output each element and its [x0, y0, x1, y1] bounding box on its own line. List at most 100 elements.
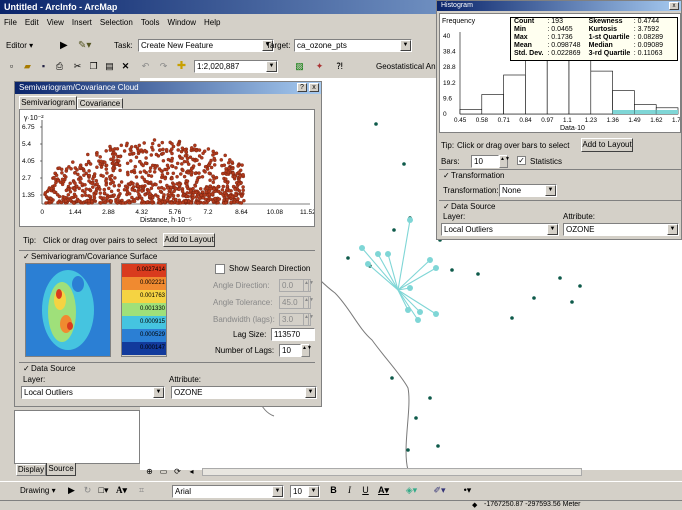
select-elements-icon[interactable]: ▶ — [64, 483, 79, 498]
attribute-dropdown[interactable]: OZONE ▼ — [171, 386, 317, 399]
angle-tolerance-spinner[interactable]: ▲▼ — [303, 296, 314, 309]
cut-icon[interactable]: ✂ — [70, 59, 85, 74]
save-icon[interactable]: ▪ — [36, 59, 51, 74]
add-data-icon[interactable]: ✚ — [174, 59, 189, 74]
text-tool-icon[interactable]: A▾ — [114, 483, 129, 498]
histogram-plot[interactable]: Frequency 40 38.4 28.8 19.2 9.6 0 0.45 0.58 0.7… — [439, 13, 681, 133]
cloud-point — [104, 167, 109, 171]
sketch-tool-icon[interactable]: ✎▾ — [78, 40, 91, 51]
histogram-window[interactable]: Histogram x Frequency 40 38.4 28.8 19.2 9.6 0… — [436, 0, 682, 240]
number-of-lags-spinner[interactable]: ▲▼ — [301, 344, 312, 357]
menu-edit[interactable]: Edit — [21, 16, 43, 29]
editor-toolbar-icon[interactable]: ▨ — [292, 59, 307, 74]
redo-icon[interactable]: ↷ — [156, 59, 171, 74]
table-of-contents[interactable] — [14, 410, 140, 464]
copy-icon[interactable]: ❐ — [86, 59, 101, 74]
help-icon[interactable]: ? — [297, 83, 307, 92]
cloud-point — [115, 197, 120, 201]
cloud-point — [170, 142, 174, 146]
show-search-direction-checkbox[interactable] — [215, 264, 225, 274]
edit-vertices-icon[interactable]: ⌗ — [134, 483, 149, 498]
statistics-checkbox[interactable]: ✓ — [517, 156, 526, 165]
menu-view[interactable]: View — [43, 16, 68, 29]
semivariogram-plot[interactable]: γ·10⁻² 6.75 5.4 4.05 2.7 1.35 0 1.44 2.88 4.32 5… — [19, 109, 315, 227]
whats-this-icon[interactable]: ⁈ — [332, 59, 347, 74]
cloud-point — [129, 145, 134, 149]
cloud-point — [111, 166, 115, 171]
bars-spinner[interactable]: ▲▼ — [499, 155, 510, 168]
paste-icon[interactable]: ▤ — [102, 59, 117, 74]
menu-tools[interactable]: Tools — [137, 16, 164, 29]
tab-source[interactable]: Source — [46, 463, 76, 476]
italic-icon[interactable]: I — [342, 483, 357, 498]
add-to-layout-button[interactable]: Add to Layout — [163, 233, 215, 247]
histogram-tip-text: Click or drag over bars to select — [457, 141, 570, 150]
task-dropdown[interactable]: Create New Feature ▼ — [138, 39, 274, 52]
rotate-icon[interactable]: ↻ — [80, 483, 95, 498]
underline-icon[interactable]: U — [358, 483, 373, 498]
delete-icon[interactable]: ✕ — [118, 59, 133, 74]
tab-covariance[interactable]: Covariance — [77, 98, 123, 109]
checkmark-icon[interactable]: ✓ — [23, 364, 30, 373]
cloud-point — [98, 155, 102, 159]
histogram-attribute-dropdown[interactable]: OZONE ▼ — [563, 223, 679, 236]
undo-icon[interactable]: ↶ — [138, 59, 153, 74]
marker-color-icon[interactable]: •▾ — [460, 483, 475, 498]
checkmark-icon[interactable]: ✓ — [443, 202, 450, 211]
close-icon[interactable]: x — [309, 83, 319, 92]
cloud-point — [224, 177, 228, 181]
edit-tool-icon[interactable]: ▶ — [60, 40, 68, 51]
font-dropdown[interactable]: Arial ▼ — [172, 485, 284, 498]
editor-menu[interactable]: Editor ▾ — [6, 41, 33, 50]
menu-window[interactable]: Window — [164, 16, 200, 29]
font-color-icon[interactable]: A▾ — [376, 483, 391, 498]
menu-help[interactable]: Help — [200, 16, 224, 29]
horizontal-scrollbar[interactable] — [202, 468, 582, 476]
semivariogram-window[interactable]: Semivariogram/Covariance Cloud ? x Semiv… — [14, 81, 322, 407]
menu-selection[interactable]: Selection — [96, 16, 137, 29]
map-scale-field[interactable]: 1:2,020,887 ▼ — [194, 60, 278, 73]
target-dropdown[interactable]: ca_ozone_pts ▼ — [294, 39, 412, 52]
refresh-icon[interactable]: ⟳ — [170, 464, 185, 479]
print-icon[interactable]: ⎙ — [52, 59, 67, 74]
drawing-toolbar: Drawing ▾ ▶ ↻ □▾ A▾ ⌗ Arial ▼ 10 ▼ B I U… — [0, 481, 682, 499]
rectangle-icon[interactable]: □▾ — [96, 483, 111, 498]
menu-insert[interactable]: Insert — [68, 16, 96, 29]
tab-display[interactable]: Display — [16, 464, 46, 476]
lag-size-field[interactable]: 113570 — [271, 328, 315, 341]
checkmark-icon[interactable]: ✓ — [443, 171, 450, 180]
cloud-point — [151, 148, 155, 152]
map-point — [406, 448, 410, 452]
bandwidth-spinner[interactable]: ▲▼ — [303, 313, 314, 326]
histogram-layer-dropdown[interactable]: Local Outliers ▼ — [441, 223, 559, 236]
layout-view-icon[interactable]: ▭ — [156, 464, 171, 479]
geostatistical-analyst-menu[interactable]: Geostatistical Ana — [376, 62, 440, 71]
layer-dropdown[interactable]: Local Outliers ▼ — [21, 386, 165, 399]
bars-field[interactable]: 10 — [471, 155, 499, 168]
drawing-menu[interactable]: Drawing ▾ — [20, 486, 56, 495]
outlier-point — [359, 245, 365, 251]
open-icon[interactable]: ▰ — [20, 59, 35, 74]
data-view-icon[interactable]: ⊕ — [142, 464, 157, 479]
line-color-icon[interactable]: ✐▾ — [432, 483, 447, 498]
bold-icon[interactable]: B — [326, 483, 341, 498]
tab-semivariogram[interactable]: Semivariogram — [19, 96, 77, 109]
arctoolbox-icon[interactable]: ✦ — [312, 59, 327, 74]
transformation-dropdown[interactable]: None ▼ — [499, 184, 557, 197]
scroll-left-icon[interactable]: ◂ — [184, 464, 199, 479]
map-point — [578, 284, 582, 288]
menu-file[interactable]: File — [0, 16, 21, 29]
new-icon[interactable]: ▫ — [4, 59, 19, 74]
font-size-dropdown[interactable]: 10 ▼ — [290, 485, 320, 498]
close-icon[interactable]: x — [669, 2, 679, 10]
outlier-point — [407, 285, 413, 291]
cloud-point — [102, 191, 107, 195]
fill-color-icon[interactable]: ◈▾ — [404, 483, 419, 498]
number-of-lags-field[interactable]: 10 — [279, 344, 301, 357]
histogram-add-to-layout-button[interactable]: Add to Layout — [581, 138, 633, 152]
angle-direction-spinner[interactable]: ▲▼ — [303, 279, 314, 292]
checkmark-icon[interactable]: ✓ — [23, 252, 30, 261]
cloud-point — [161, 147, 165, 152]
cloud-point — [190, 166, 194, 171]
semivariogram-surface[interactable] — [25, 263, 111, 357]
